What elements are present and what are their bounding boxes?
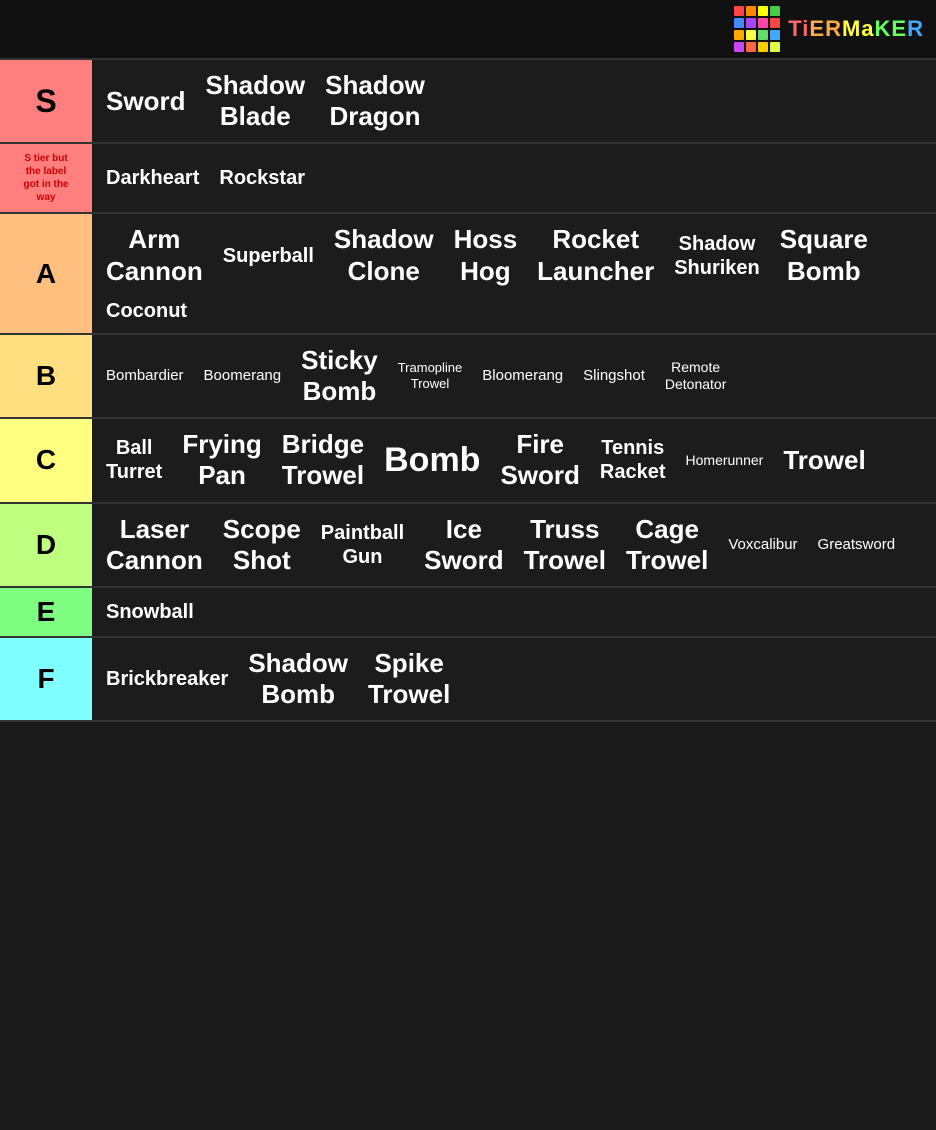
logo-cell [746, 18, 756, 28]
list-item: Voxcalibur [720, 532, 805, 558]
list-item: Darkheart [98, 162, 207, 194]
tier-label-f: F [0, 638, 92, 720]
list-item: TramoplineTrowel [390, 356, 471, 395]
list-item: Bloomerang [474, 363, 571, 389]
logo-cell [770, 6, 780, 16]
list-item: Greatsword [810, 532, 904, 558]
tier-label-s: S [0, 60, 92, 142]
logo-cell [734, 30, 744, 40]
logo-cell [758, 30, 768, 40]
list-item: Bomb [376, 436, 488, 485]
list-item: ScopeShot [215, 510, 309, 580]
list-item: BridgeTrowel [274, 425, 372, 495]
list-item: ShadowBlade [197, 66, 313, 136]
list-item: Sword [98, 82, 193, 121]
list-item: Boomerang [196, 363, 290, 389]
tier-row-e: E Snowball [0, 588, 936, 638]
tier-content-f: Brickbreaker ShadowBomb SpikeTrowel [92, 638, 936, 720]
list-item: CageTrowel [618, 510, 716, 580]
list-item: ArmCannon [98, 220, 211, 290]
tier-label-b: B [0, 335, 92, 417]
list-item: ShadowBomb [240, 644, 356, 714]
tier-row-c: C BallTurret FryingPan BridgeTrowel Bomb… [0, 419, 936, 503]
list-item: ShadowClone [326, 220, 442, 290]
list-item: Slingshot [575, 363, 653, 389]
logo-cell [734, 42, 744, 52]
logo-grid [734, 6, 780, 52]
tier-row-d: D LaserCannon ScopeShot PaintballGun Ice… [0, 504, 936, 588]
tier-row-f: F Brickbreaker ShadowBomb SpikeTrowel [0, 638, 936, 722]
tiermaker-logo: TiERMaKER [734, 6, 924, 52]
logo-cell [746, 30, 756, 40]
list-item: Homerunner [678, 448, 772, 473]
tier-label-c: C [0, 419, 92, 501]
tier-row-b: B Bombardier Boomerang StickyBomb Tramop… [0, 335, 936, 419]
logo-cell [770, 42, 780, 52]
list-item: IceSword [416, 510, 511, 580]
tier-row-a: A ArmCannon Superball ShadowClone HossHo… [0, 214, 936, 334]
list-item: LaserCannon [98, 510, 211, 580]
list-item: Snowball [98, 596, 202, 628]
list-item: RocketLauncher [529, 220, 662, 290]
list-item: PaintballGun [313, 517, 412, 573]
tier-content-e: Snowball [92, 588, 936, 636]
logo-cell [770, 30, 780, 40]
logo-cell [746, 6, 756, 16]
tier-label-e: E [0, 588, 92, 636]
tier-content-a: ArmCannon Superball ShadowClone HossHog … [92, 214, 936, 332]
logo-cell [758, 18, 768, 28]
list-item: Coconut [98, 295, 195, 327]
logo-cell [734, 6, 744, 16]
list-item: TrussTrowel [516, 510, 614, 580]
tier-row-s: S Sword ShadowBlade ShadowDragon [0, 60, 936, 144]
list-item: StickyBomb [293, 341, 386, 411]
tier-list: TiERMaKER S Sword ShadowBlade ShadowDrag… [0, 0, 936, 722]
list-item: SpikeTrowel [360, 644, 458, 714]
list-item: FryingPan [174, 425, 269, 495]
tier-content-c: BallTurret FryingPan BridgeTrowel Bomb F… [92, 419, 936, 501]
tier-label-d: D [0, 504, 92, 586]
list-item: Superball [215, 240, 322, 272]
tier-content-d: LaserCannon ScopeShot PaintballGun IceSw… [92, 504, 936, 586]
tier-content-b: Bombardier Boomerang StickyBomb Tramopli… [92, 335, 936, 417]
list-item: Trowel [775, 441, 873, 480]
logo-cell [770, 18, 780, 28]
tier-label-s2: S tier butthe labelgot in theway [0, 144, 92, 212]
list-item: RemoteDetonator [657, 355, 734, 397]
tier-label-a: A [0, 214, 92, 332]
tier-content-s: Sword ShadowBlade ShadowDragon [92, 60, 936, 142]
list-item: TennisRacket [592, 432, 674, 488]
tiermaker-logo-text: TiERMaKER [788, 16, 924, 42]
list-item: Rockstar [211, 162, 313, 194]
list-item: Bombardier [98, 363, 192, 389]
logo-cell [746, 42, 756, 52]
list-item: ShadowShuriken [666, 228, 768, 284]
logo-cell [758, 6, 768, 16]
list-item: Brickbreaker [98, 663, 236, 695]
tier-content-s2: Darkheart Rockstar [92, 144, 936, 212]
list-item: SquareBomb [772, 220, 876, 290]
list-item: HossHog [446, 220, 526, 290]
logo-cell [734, 18, 744, 28]
tier-row-s2: S tier butthe labelgot in theway Darkhea… [0, 144, 936, 214]
header-bar: TiERMaKER [0, 0, 936, 60]
list-item: BallTurret [98, 432, 170, 488]
logo-cell [758, 42, 768, 52]
list-item: FireSword [492, 425, 587, 495]
list-item: ShadowDragon [317, 66, 433, 136]
